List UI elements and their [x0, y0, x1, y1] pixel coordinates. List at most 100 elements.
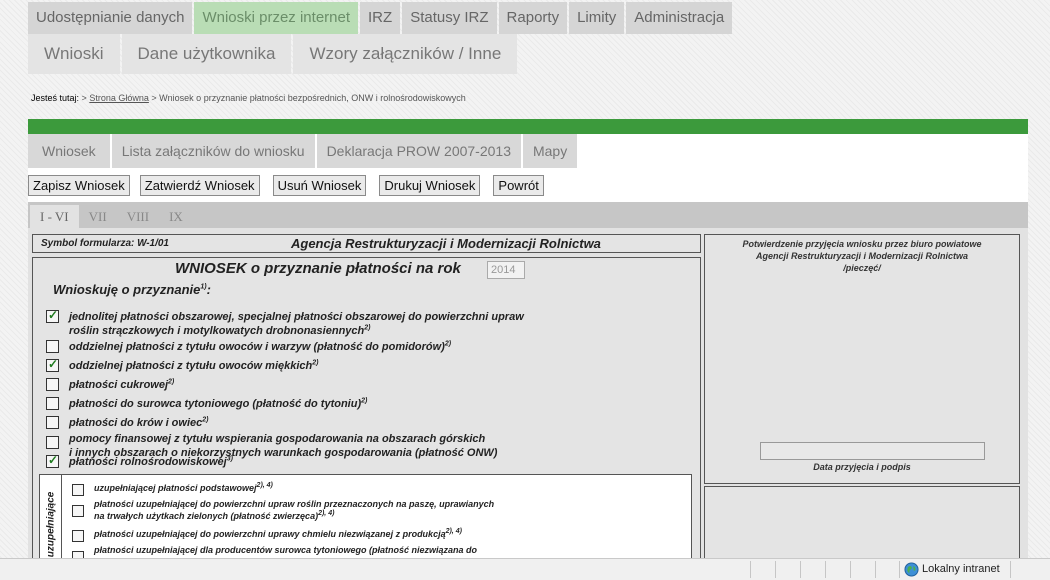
page-tab-ix[interactable]: IX — [159, 205, 193, 228]
nav-limity[interactable]: Limity — [569, 2, 625, 34]
confirmation-box: Potwierdzenie przyjęcia wniosku przez bi… — [704, 234, 1020, 484]
lower-right-box — [704, 486, 1020, 566]
subnav-wnioski[interactable]: Wnioski — [28, 34, 120, 74]
save-button[interactable]: Zapisz Wniosek — [28, 175, 130, 196]
breadcrumb-separator: > — [81, 93, 87, 103]
option-text: płatności uzupełniającej dla producentów… — [94, 545, 478, 555]
supplementary-label: ci uzupełniające — [40, 475, 62, 568]
option-text: płatności rolnośrodowiskowej — [69, 456, 227, 468]
option-label: płatności rolnośrodowiskowej3) — [69, 455, 233, 469]
application-form: Symbol formularza: W-1/01 Agencja Restru… — [28, 228, 1028, 569]
status-separator — [899, 561, 900, 578]
footnote-ref: 2), 4) — [445, 528, 462, 535]
supplementary-checkbox[interactable] — [72, 530, 84, 542]
option-checkbox[interactable] — [46, 357, 59, 372]
supplementary-payments-box: ci uzupełniające uzupełniającej płatnośc… — [39, 474, 692, 569]
year-field[interactable]: 2014 — [487, 261, 525, 279]
request-section: WNIOSEK o przyznanie płatności na rok 20… — [32, 257, 701, 569]
status-separator — [775, 561, 776, 578]
confirmation-stamp-label: /pieczęć/ — [843, 263, 881, 273]
page-tab-i-vi[interactable]: I - VI — [30, 205, 79, 228]
breadcrumb-label: Jesteś tutaj: — [31, 93, 80, 103]
footnote-ref: 2), 4) — [256, 482, 273, 489]
security-zone-label: Lokalny intranet — [922, 563, 1000, 575]
date-signature-field[interactable] — [760, 442, 985, 460]
supplementary-checkbox[interactable] — [72, 484, 84, 496]
nav-statusy-irz[interactable]: Statusy IRZ — [402, 2, 497, 34]
footnote-ref: 3) — [226, 455, 233, 463]
status-separator — [750, 561, 751, 578]
footnote-ref: 2) — [312, 359, 319, 367]
footnote-ref: 2) — [361, 397, 368, 405]
option-checkbox[interactable] — [46, 397, 59, 410]
option-label: płatności uzupełniającej do powierzchni … — [94, 498, 494, 522]
approve-button[interactable]: Zatwierdź Wniosek — [139, 175, 260, 196]
option-text: płatności cukrowej — [69, 379, 169, 391]
document-tabs: Wniosek Lista załączników do wniosku Dek… — [28, 134, 578, 168]
option-text: jednolitej płatności obszarowej, specjal… — [69, 311, 524, 323]
print-button[interactable]: Drukuj Wniosek — [379, 175, 481, 196]
status-separator — [850, 561, 851, 578]
document-toolbar: Wniosek Lista załączników do wniosku Dek… — [28, 134, 1028, 202]
option-text-continued: na trwałych użytkach zielonych (płatność… — [94, 510, 494, 522]
nav-administracja[interactable]: Administracja — [626, 2, 733, 34]
page-tabs: I - VI VII VIII IX — [30, 205, 193, 228]
form-header: Symbol formularza: W-1/01 Agencja Restru… — [32, 234, 701, 253]
tab-deklaracja-prow[interactable]: Deklaracja PROW 2007-2013 — [316, 134, 521, 168]
breadcrumb-home-link[interactable]: Strona Główna — [89, 93, 149, 103]
option-label: płatności cukrowej2) — [69, 378, 174, 392]
request-label-text: Wnioskuję o przyznanie — [53, 282, 201, 297]
footnote-ref: 2) — [444, 340, 452, 348]
option-checkbox[interactable] — [46, 436, 59, 449]
option-checkbox[interactable] — [46, 453, 59, 468]
option-text: na trwałych użytkach zielonych (płatność… — [94, 511, 319, 521]
status-separator — [1010, 561, 1011, 578]
supplementary-checkbox[interactable] — [72, 505, 84, 517]
nav-irz[interactable]: IRZ — [360, 2, 401, 34]
option-text: płatności do krów i owiec — [69, 417, 203, 429]
subnav-wzory-zalacznikow[interactable]: Wzory załączników / Inne — [293, 34, 518, 74]
agency-name: Agencja Restrukturyzacji i Modernizacji … — [291, 236, 601, 251]
page-tab-viii[interactable]: VIII — [117, 205, 159, 228]
confirmation-line: Agencji Restrukturyzacji i Modernizacji … — [755, 251, 969, 261]
form-title: WNIOSEK o przyznanie płatności na rok — [175, 260, 461, 277]
top-nav: Udostępnianie danych Wnioski przez inter… — [28, 2, 733, 34]
request-label: Wnioskuję o przyznanie1): — [53, 282, 211, 297]
page-tabs-bar: I - VI VII VIII IX — [28, 202, 1028, 228]
nav-raporty[interactable]: Raporty — [498, 2, 568, 34]
form-symbol: Symbol formularza: W-1/01 — [41, 238, 169, 249]
action-buttons: Zapisz Wniosek Zatwierdź Wniosek Usuń Wn… — [28, 175, 557, 196]
confirmation-text: Potwierdzenie przyjęcia wniosku przez bi… — [705, 238, 1019, 274]
option-checkbox[interactable] — [46, 378, 59, 391]
option-label: oddzielnej płatności z tytułu owoców mię… — [69, 359, 319, 373]
status-separator — [825, 561, 826, 578]
accent-bar — [28, 119, 1028, 134]
date-signature-label: Data przyjęcia i podpis — [813, 462, 911, 472]
subnav-dane-uzytkownika[interactable]: Dane użytkownika — [121, 34, 292, 74]
footnote-ref: 2) — [364, 324, 371, 332]
delete-button[interactable]: Usuń Wniosek — [272, 175, 367, 196]
option-checkbox[interactable] — [46, 308, 59, 323]
option-label: płatności uzupełniającej dla producentów… — [94, 544, 477, 556]
option-text: uzupełniającej płatności podstawowej — [94, 483, 257, 493]
option-checkbox[interactable] — [46, 416, 59, 429]
nav-wnioski-przez-internet[interactable]: Wnioski przez internet — [194, 2, 359, 34]
breadcrumb-separator: > — [151, 93, 157, 103]
tab-wniosek[interactable]: Wniosek — [28, 134, 110, 168]
tab-mapy[interactable]: Mapy — [522, 134, 578, 168]
option-checkbox[interactable] — [46, 340, 59, 353]
globe-icon — [904, 562, 919, 577]
nav-udostepnianie-danych[interactable]: Udostępnianie danych — [28, 2, 193, 34]
footnote-ref: 1) — [200, 283, 207, 291]
sub-nav: Wnioski Dane użytkownika Wzory załącznik… — [28, 34, 518, 74]
back-button[interactable]: Powrót — [493, 175, 544, 196]
option-label: płatności uzupełniającej do powierzchni … — [94, 528, 462, 540]
option-label: płatności do surowca tytoniowego (płatno… — [69, 397, 367, 411]
page-tab-vii[interactable]: VII — [79, 205, 117, 228]
option-label: jednolitej płatności obszarowej, specjal… — [69, 310, 524, 338]
supplementary-label-text: ci uzupełniające — [45, 491, 57, 569]
option-text: roślin strączkowych i motylkowatych drob… — [69, 325, 365, 337]
footnote-ref: 2) — [202, 416, 209, 424]
tab-lista-zalacznikow[interactable]: Lista załączników do wniosku — [111, 134, 315, 168]
option-text: płatności do surowca tytoniowego (płatno… — [69, 398, 362, 410]
